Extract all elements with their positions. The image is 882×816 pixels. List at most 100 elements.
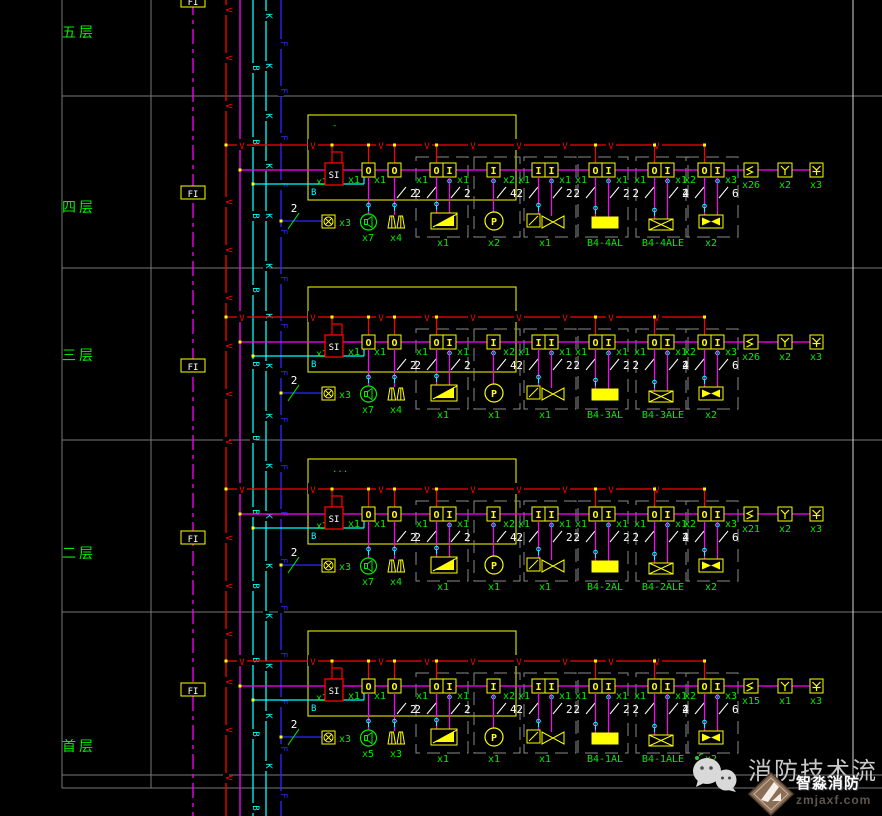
svg-text:I: I — [664, 166, 670, 177]
svg-text:x3: x3 — [725, 347, 737, 358]
svg-text:x1: x1 — [437, 238, 449, 249]
svg-text:V: V — [223, 343, 233, 349]
svg-text:B: B — [250, 139, 260, 144]
smoke-detector: x26 — [742, 335, 760, 363]
svg-text:O: O — [391, 338, 397, 349]
svg-text:B: B — [250, 287, 260, 292]
svg-text:x1: x1 — [457, 691, 469, 702]
svg-text:x3: x3 — [390, 749, 402, 760]
svg-text:I: I — [548, 510, 554, 521]
svg-text:x3: x3 — [339, 218, 351, 229]
svg-text:x2: x2 — [503, 519, 515, 530]
svg-text:x3: x3 — [725, 175, 737, 186]
fan-branch: OIx1x122x1 — [414, 163, 470, 249]
svg-text:O: O — [365, 166, 371, 177]
svg-text:O: O — [365, 338, 371, 349]
al-branch: OIx1x122B4-1AL — [573, 679, 629, 765]
svg-text:x1: x1 — [575, 347, 587, 358]
svg-text:x2: x2 — [705, 582, 717, 593]
svg-text:V: V — [470, 486, 476, 496]
svg-text:V: V — [516, 486, 522, 496]
svg-text:V: V — [516, 142, 522, 152]
svg-text:V: V — [562, 142, 568, 152]
svg-text:O: O — [701, 682, 707, 693]
speaker-branch: Ox1x7 — [348, 163, 377, 244]
svg-text:x1: x1 — [779, 696, 791, 707]
svg-text:2: 2 — [291, 546, 298, 559]
svg-text:2: 2 — [573, 531, 580, 544]
svg-text:SI: SI — [329, 171, 340, 181]
watermark-site: zmjaxf.com — [796, 793, 871, 807]
svg-text:V: V — [310, 658, 316, 668]
svg-text:K: K — [263, 263, 273, 269]
svg-text:B: B — [250, 657, 260, 662]
hydrant-button: x3 — [810, 679, 823, 707]
svg-text:x1: x1 — [416, 519, 428, 530]
si-module: SI — [325, 335, 343, 357]
svg-text:2: 2 — [623, 531, 630, 544]
svg-text:B: B — [250, 65, 260, 70]
svg-text:O: O — [592, 510, 598, 521]
svg-text:2: 2 — [566, 703, 573, 716]
floor-label-三层: 三层 — [62, 345, 96, 365]
al-branch: OIx1x122B4-2AL — [573, 507, 629, 593]
hydrant-button: x3 — [810, 163, 823, 191]
floor-label-四层: 四层 — [62, 197, 96, 217]
hydrant-button: x3 — [810, 335, 823, 363]
svg-text:V: V — [424, 658, 430, 668]
svg-text:x2: x2 — [684, 175, 696, 186]
svg-text:2: 2 — [464, 359, 471, 372]
svg-text:V: V — [223, 439, 233, 445]
svg-text:FI: FI — [188, 190, 199, 200]
floor-row-1: VVVVVVVVVx2B2SIOx1x5Ox12x3x3OIx1x122x1Ix… — [225, 631, 824, 765]
svg-text:x2: x2 — [705, 238, 717, 249]
svg-text:x1: x1 — [559, 347, 571, 358]
svg-text:F: F — [278, 88, 288, 93]
bell-branch: Ox12x3 — [374, 679, 417, 760]
svg-text:4: 4 — [682, 187, 689, 200]
svg-text:V: V — [223, 295, 233, 301]
svg-text:I: I — [535, 682, 541, 693]
svg-text:2: 2 — [414, 703, 421, 716]
svg-text:x1: x1 — [634, 691, 646, 702]
riser-diagram-canvas: VVVVVVVVVVVVVVVBBBBBBBBBBBKKKKKKKKKKKKKK… — [0, 0, 882, 816]
svg-text:x1: x1 — [416, 175, 428, 186]
svg-text:2: 2 — [573, 703, 580, 716]
svg-text:2: 2 — [566, 359, 573, 372]
svg-text:x3: x3 — [810, 180, 822, 191]
svg-text:K: K — [263, 563, 273, 569]
svg-text:K: K — [263, 413, 273, 419]
svg-text:I: I — [548, 166, 554, 177]
manual-call-point: x2 — [778, 335, 792, 363]
svg-text:x1: x1 — [539, 754, 551, 765]
svg-text:V: V — [310, 314, 316, 324]
svg-text:4: 4 — [682, 359, 689, 372]
svg-text:V: V — [470, 314, 476, 324]
svg-text:P: P — [491, 733, 497, 744]
svg-text:x1: x1 — [457, 175, 469, 186]
svg-text:K: K — [263, 363, 273, 369]
svg-text:2: 2 — [464, 187, 471, 200]
svg-text:F: F — [278, 558, 288, 563]
svg-text:x26: x26 — [742, 180, 760, 191]
svg-text:...: ... — [332, 465, 348, 475]
svg-text:x7: x7 — [362, 233, 374, 244]
svg-text:x1: x1 — [518, 691, 530, 702]
svg-text:F: F — [278, 323, 288, 328]
svg-text:V: V — [608, 658, 614, 668]
svg-text:V: V — [223, 535, 233, 541]
svg-text:V: V — [223, 583, 233, 589]
svg-text:O: O — [391, 682, 397, 693]
al-branch: OIx1x122B4-4AL — [573, 163, 629, 249]
svg-text:B4-1AL: B4-1AL — [587, 754, 623, 765]
svg-text:B: B — [250, 731, 260, 736]
svg-text:I: I — [714, 682, 720, 693]
svg-text:SI: SI — [329, 515, 340, 525]
svg-text:x4: x4 — [390, 233, 402, 244]
svg-text:I: I — [605, 682, 611, 693]
pressure-branch: Ix24Px1 — [485, 335, 517, 421]
svg-text:x15: x15 — [742, 696, 760, 707]
svg-text:x1: x1 — [616, 175, 628, 186]
floor-row-2: ...VVVVVVVVVx2B2SIOx1x7Ox12x4x3OIx1x122x… — [225, 459, 824, 593]
svg-text:x2: x2 — [705, 410, 717, 421]
